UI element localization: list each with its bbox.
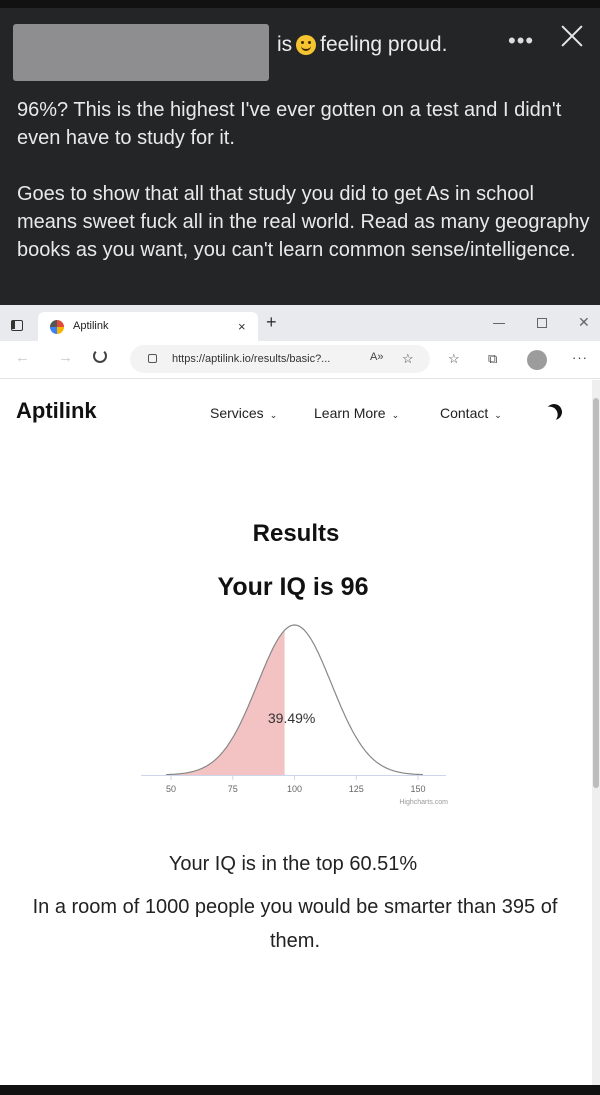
back-arrow-icon[interactable]: ←	[15, 349, 30, 366]
room-comparison-text: In a room of 1000 people you would be sm…	[32, 896, 558, 952]
browser-toolbar: ← → https://aptilink.io/results/basic?..…	[0, 341, 600, 379]
lock-icon	[148, 354, 157, 363]
post-body: 96%? This is the highest I've ever gotte…	[17, 96, 592, 264]
iq-heading: Your IQ is 96	[217, 573, 369, 601]
status-prefix: is	[277, 33, 293, 56]
x-tick-label: 100	[287, 784, 302, 794]
aptilink-favicon-icon	[50, 320, 64, 334]
forward-arrow-icon[interactable]: →	[58, 349, 73, 366]
smiley-emoji-icon	[296, 35, 317, 55]
minimize-icon[interactable]	[493, 323, 505, 324]
shaded-percent-label: 39.49%	[268, 710, 315, 726]
read-aloud-icon[interactable]: A»	[370, 351, 383, 363]
nav-services[interactable]: Services ⌄	[210, 405, 277, 421]
status-text: feeling proud.	[320, 33, 448, 56]
redacted-name	[13, 24, 269, 81]
browser-window: Aptilink × + ✕ ← → https://aptilink.io/r…	[0, 305, 600, 1085]
maximize-icon[interactable]	[537, 318, 547, 328]
facebook-post: is feeling proud. ••• 96%? This is the h…	[0, 0, 600, 305]
site-logo[interactable]: Aptilink	[16, 398, 97, 424]
nav-learn-more[interactable]: Learn More ⌄	[314, 405, 399, 421]
nav-contact[interactable]: Contact ⌄	[440, 405, 502, 421]
results-heading: Results	[252, 520, 340, 547]
chevron-down-icon: ⌄	[494, 410, 502, 420]
tab-aptilink[interactable]: Aptilink ×	[38, 312, 258, 341]
reload-icon[interactable]	[93, 349, 107, 363]
top-status-strip	[0, 0, 600, 8]
dark-mode-toggle-icon[interactable]	[544, 402, 565, 423]
chart-credit: Highcharts.com	[399, 799, 448, 806]
address-bar[interactable]: https://aptilink.io/results/basic?... A»…	[130, 345, 430, 373]
top-percent-text: Your IQ is in the top 60.51%	[168, 853, 418, 875]
web-page: Aptilink Services ⌄ Learn More ⌄ Contact ⌄ …	[0, 380, 592, 1085]
url-text: https://aptilink.io/results/basic?...	[172, 353, 331, 365]
tab-actions-icon[interactable]	[11, 320, 23, 331]
chevron-down-icon: ⌄	[269, 410, 278, 420]
x-tick-label: 150	[410, 784, 425, 794]
browser-menu-icon[interactable]: ···	[572, 350, 588, 365]
nav-services-label: Services	[210, 405, 264, 421]
screenshot-root: is feeling proud. ••• 96%? This is the h…	[0, 0, 600, 1095]
shaded-area	[171, 630, 285, 775]
distribution-curve	[166, 624, 423, 776]
x-tick-label: 75	[228, 784, 238, 794]
post-status: is feeling proud.	[277, 33, 447, 57]
tab-close-icon[interactable]: ×	[238, 319, 246, 334]
post-paragraph-1: 96%? This is the highest I've ever gotte…	[17, 99, 562, 149]
nav-learn-more-label: Learn More	[314, 405, 386, 421]
nav-contact-label: Contact	[440, 405, 489, 421]
tab-bar: Aptilink × + ✕	[0, 305, 600, 341]
page-scrollbar[interactable]	[592, 380, 600, 1085]
more-options-icon[interactable]: •••	[508, 28, 534, 54]
window-close-icon[interactable]: ✕	[578, 314, 590, 331]
add-favorite-icon[interactable]: ☆	[402, 351, 414, 367]
close-icon[interactable]	[558, 22, 586, 50]
new-tab-button[interactable]: +	[266, 313, 277, 331]
chevron-down-icon: ⌄	[391, 410, 400, 420]
bottom-strip	[0, 1085, 600, 1095]
x-tick-label: 125	[349, 784, 364, 794]
scrollbar-thumb[interactable]	[593, 398, 599, 788]
profile-avatar[interactable]	[527, 350, 547, 370]
favorites-icon[interactable]: ☆	[448, 351, 460, 367]
x-tick-label: 50	[166, 784, 176, 794]
iq-distribution-chart: 50 75 100 125 150 39.49% Highcharts.com	[141, 624, 448, 806]
post-paragraph-2: Goes to show that all that study you did…	[17, 183, 590, 261]
collections-icon[interactable]: ⧉	[488, 351, 497, 367]
tab-title: Aptilink	[73, 320, 109, 332]
